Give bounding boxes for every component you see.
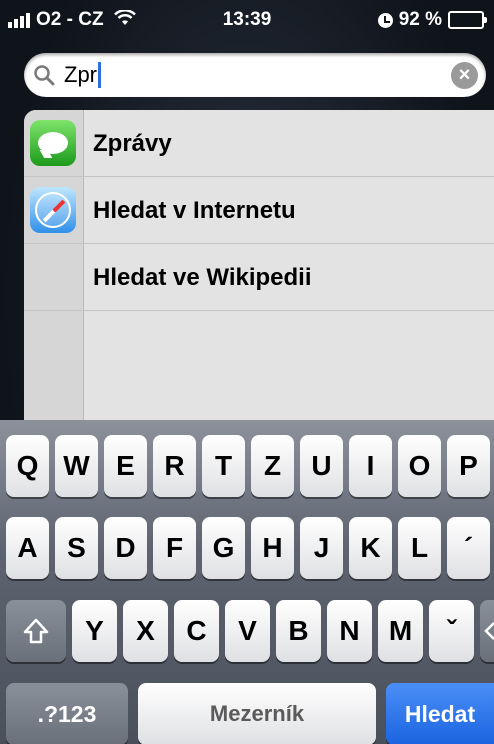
key-i[interactable]: I [349, 435, 392, 497]
result-row-search-wikipedia[interactable]: Hledat ve Wikipedii [24, 244, 494, 311]
key-d[interactable]: D [104, 517, 147, 579]
text-cursor [98, 62, 101, 88]
result-label: Hledat v Internetu [93, 197, 296, 224]
backspace-icon [484, 622, 494, 640]
key-a[interactable]: A [6, 517, 49, 579]
key-y[interactable]: Y [72, 600, 117, 662]
key-n[interactable]: N [327, 600, 372, 662]
key-u[interactable]: U [300, 435, 343, 497]
key-m[interactable]: M [378, 600, 423, 662]
key-k[interactable]: K [349, 517, 392, 579]
key-g[interactable]: G [202, 517, 245, 579]
key-h[interactable]: H [251, 517, 294, 579]
key-f[interactable]: F [153, 517, 196, 579]
search-icon [24, 64, 64, 86]
battery-icon [448, 11, 487, 29]
search-input[interactable]: Zpr [64, 62, 97, 88]
key-o[interactable]: O [398, 435, 441, 497]
key-acute[interactable]: ´ [447, 517, 490, 579]
search-results: Zprávy Hledat v Internetu Hledat ve Wiki… [24, 110, 494, 430]
shift-key[interactable] [6, 600, 66, 662]
keyboard: Q W E R T Z U I O P A S D F G H J K L ´ … [0, 420, 494, 744]
status-bar: O2 - CZ 13:39 92 % [0, 0, 494, 40]
key-e[interactable]: E [104, 435, 147, 497]
battery-status: 92 % [377, 9, 487, 31]
result-label: Hledat ve Wikipedii [93, 264, 312, 291]
messages-icon [30, 120, 76, 166]
key-l[interactable]: L [398, 517, 441, 579]
result-label: Zprávy [93, 130, 172, 157]
battery-percent: 92 % [398, 9, 442, 30]
key-z[interactable]: Z [251, 435, 294, 497]
key-s[interactable]: S [55, 517, 98, 579]
key-p[interactable]: P [447, 435, 490, 497]
numbers-key[interactable]: .?123 [6, 683, 128, 744]
space-key[interactable]: Mezerník [138, 683, 376, 744]
key-q[interactable]: Q [6, 435, 49, 497]
key-x[interactable]: X [123, 600, 168, 662]
rotation-lock-icon [377, 12, 393, 28]
backspace-key[interactable] [480, 600, 494, 662]
key-r[interactable]: R [153, 435, 196, 497]
safari-icon [30, 187, 76, 233]
empty-row [24, 311, 494, 378]
result-row-messages[interactable]: Zprávy [24, 110, 494, 177]
search-key[interactable]: Hledat [386, 683, 494, 744]
key-j[interactable]: J [300, 517, 343, 579]
key-b[interactable]: B [276, 600, 321, 662]
result-row-search-web[interactable]: Hledat v Internetu [24, 177, 494, 244]
clear-search-icon[interactable]: × [451, 62, 478, 89]
key-w[interactable]: W [55, 435, 98, 497]
shift-icon [23, 618, 49, 644]
key-caron[interactable]: ˇ [429, 600, 474, 662]
key-v[interactable]: V [225, 600, 270, 662]
search-bar[interactable]: Zpr × [24, 53, 486, 97]
key-c[interactable]: C [174, 600, 219, 662]
key-t[interactable]: T [202, 435, 245, 497]
